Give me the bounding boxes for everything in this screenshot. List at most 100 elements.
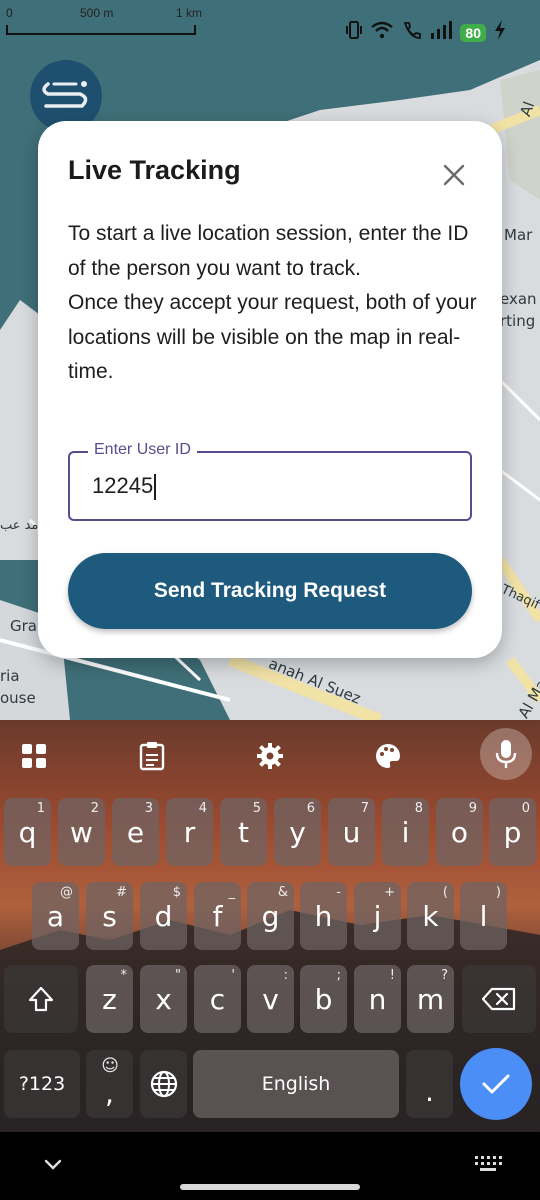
key-char: d [154, 899, 173, 933]
key-char: o [450, 815, 469, 849]
battery-level: 80 [460, 23, 486, 42]
key-hint: $ [172, 885, 181, 900]
clipboard-button[interactable] [130, 734, 174, 778]
key-e[interactable]: e3 [112, 798, 159, 866]
close-button[interactable] [436, 157, 472, 193]
key-char: j [373, 899, 382, 933]
key-g[interactable]: g & [247, 882, 294, 950]
key-j[interactable]: j + [354, 882, 401, 950]
user-id-value: 12245 [92, 473, 154, 498]
key-char: p [503, 815, 522, 849]
apps-grid-button[interactable] [12, 734, 56, 778]
key-char: g [261, 899, 280, 933]
key-r[interactable]: r4 [166, 798, 213, 866]
key-char: v [262, 982, 279, 1016]
key-hint: 1 [36, 801, 45, 816]
map-label: مد عب [0, 518, 39, 533]
enter-key[interactable] [460, 1048, 532, 1120]
live-tracking-dialog: Live Tracking To start a live location s… [38, 121, 502, 658]
text-caret [154, 474, 157, 501]
key-hint: " [175, 968, 181, 983]
route-icon [42, 81, 88, 108]
shift-key[interactable] [4, 965, 78, 1033]
key-c[interactable]: c ' [194, 965, 241, 1033]
key-hint: + [384, 885, 395, 900]
hide-keyboard-button[interactable] [40, 1152, 66, 1178]
emoji-icon: ☺ [101, 1056, 119, 1076]
microphone-icon [495, 740, 517, 768]
key-hint: ; [336, 968, 341, 983]
settings-button[interactable] [248, 734, 292, 778]
map-scale-bar [6, 25, 196, 35]
theme-button[interactable] [366, 734, 410, 778]
key-char: c [209, 982, 226, 1016]
key-m[interactable]: m? [407, 965, 454, 1033]
keyboard-toolbar [0, 720, 540, 790]
key-char: h [314, 899, 333, 933]
user-id-label: Enter User ID [88, 441, 197, 459]
key-char: n [368, 982, 387, 1016]
key-char: l [479, 899, 488, 933]
key-hint: @ [60, 885, 73, 900]
key-char: f [212, 899, 223, 933]
key-a[interactable]: a @ [32, 882, 79, 950]
gear-icon [257, 743, 283, 769]
description-paragraph: Once they accept your request, both of y… [68, 291, 477, 383]
key-char: t [238, 815, 249, 849]
key-char: y [289, 815, 306, 849]
key-char: , [105, 1076, 114, 1110]
key-k[interactable]: k( [407, 882, 454, 950]
status-bar: 0 500 m 1 km 80 [0, 0, 540, 48]
key-w[interactable]: w2 [58, 798, 105, 866]
key-hint: : [283, 968, 288, 983]
backspace-icon [482, 987, 516, 1011]
charging-icon [494, 20, 506, 45]
key-d[interactable]: d $ [140, 882, 187, 950]
key-n[interactable]: n! [354, 965, 401, 1033]
symbols-key[interactable]: ?123 [4, 1050, 80, 1118]
key-s[interactable]: s # [86, 882, 133, 950]
key-char: m [416, 982, 445, 1016]
key-char: k [422, 899, 439, 933]
grid-icon [22, 744, 46, 768]
comma-key[interactable]: , ☺ [86, 1050, 133, 1118]
language-key[interactable] [140, 1050, 187, 1118]
key-o[interactable]: o9 [436, 798, 483, 866]
key-t[interactable]: t5 [220, 798, 267, 866]
key-hint: * [120, 968, 128, 983]
map-label: ouse [0, 689, 36, 707]
key-z[interactable]: z * [86, 965, 133, 1033]
key-v[interactable]: v: [247, 965, 294, 1033]
period-key[interactable]: . [406, 1050, 453, 1118]
map-label: Gra [10, 617, 37, 635]
key-hint: ' [231, 968, 235, 983]
clipboard-icon [139, 742, 165, 771]
keyboard-switch-button[interactable] [474, 1154, 502, 1174]
dialog-title: Live Tracking [68, 155, 241, 185]
key-h[interactable]: h- [300, 882, 347, 950]
voice-input-button[interactable] [480, 728, 532, 780]
user-id-input[interactable]: 12245 [92, 473, 452, 501]
key-p[interactable]: p0 [489, 798, 536, 866]
map-scale-zero: 0 [6, 6, 13, 20]
key-x[interactable]: x " [140, 965, 187, 1033]
key-f[interactable]: f _ [194, 882, 241, 950]
key-i[interactable]: i8 [382, 798, 429, 866]
key-u[interactable]: u7 [328, 798, 375, 866]
key-q[interactable]: q1 [4, 798, 51, 866]
map-label: Mar [504, 226, 533, 244]
key-y[interactable]: y6 [274, 798, 321, 866]
key-char: w [70, 815, 93, 849]
key-char: x [155, 982, 172, 1016]
user-id-field[interactable]: Enter User ID 12245 [68, 441, 472, 521]
key-l[interactable]: l) [460, 882, 507, 950]
key-hint: 7 [360, 801, 369, 816]
send-tracking-request-button[interactable]: Send Tracking Request [68, 553, 472, 629]
key-hint: ? [441, 968, 448, 983]
home-gesture-bar[interactable] [180, 1184, 360, 1190]
key-hint: _ [228, 885, 236, 900]
dialog-description: To start a live location session, enter … [68, 217, 478, 390]
space-key[interactable]: English [193, 1050, 399, 1118]
backspace-key[interactable] [462, 965, 536, 1033]
key-b[interactable]: b; [300, 965, 347, 1033]
